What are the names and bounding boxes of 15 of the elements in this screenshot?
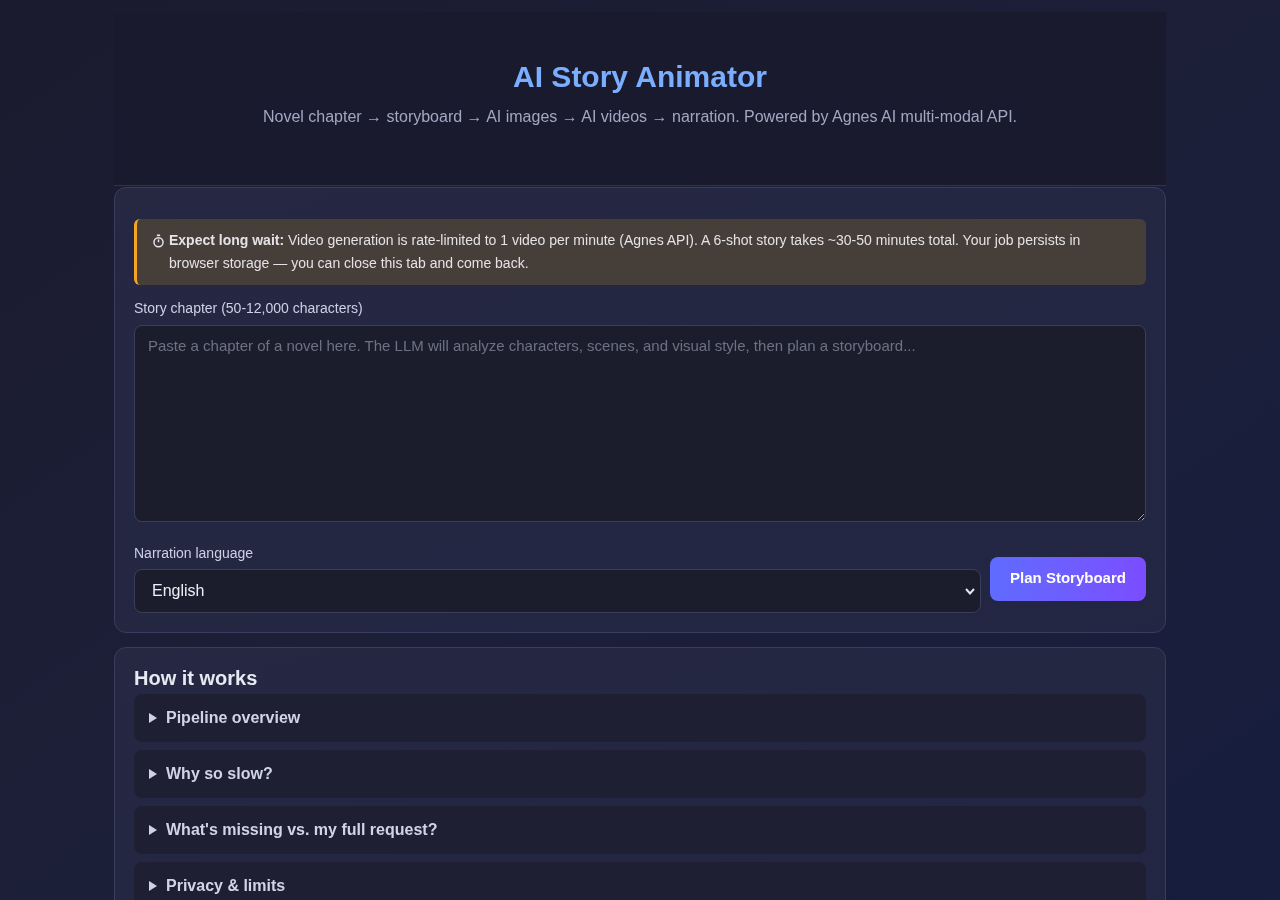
app-title: AI Story Animator xyxy=(513,59,767,95)
chapter-textarea[interactable]: Paste a chapter of a novel here. The LLM will analyze characters, scenes, and visual style, then plan a storyboard... xyxy=(134,325,1146,522)
app-subtitle: Novel chapter → storyboard → AI images → AI videos → narration. Powered by Agnes AI multi-modal API. xyxy=(262,107,1018,127)
accordion-item[interactable]: Pipeline overview xyxy=(134,694,1146,742)
chapter-label: Story chapter (50-12,000 characters) xyxy=(134,299,363,317)
language-label: Narration language xyxy=(134,544,254,562)
plan-storyboard-button[interactable]: Plan Storyboard xyxy=(990,556,1146,601)
chevron-down-icon xyxy=(965,587,975,595)
stopwatch-icon xyxy=(152,234,165,248)
language-select[interactable]: English xyxy=(134,569,981,613)
accordion-item[interactable]: What's missing vs. my full request? xyxy=(134,806,1146,854)
accordion-item[interactable]: Privacy & limits xyxy=(134,862,1146,900)
section-heading: How it works xyxy=(134,666,258,690)
accordion-item[interactable]: Why so slow? xyxy=(134,750,1146,798)
warning-text: Expect long wait: Video generation is rate-limited to 1 video per minute (Agnes API). A 6-shot story takes ~30-50 minutes total. Your job persists in browser storage — you can close this tab and come back. xyxy=(169,231,1082,273)
